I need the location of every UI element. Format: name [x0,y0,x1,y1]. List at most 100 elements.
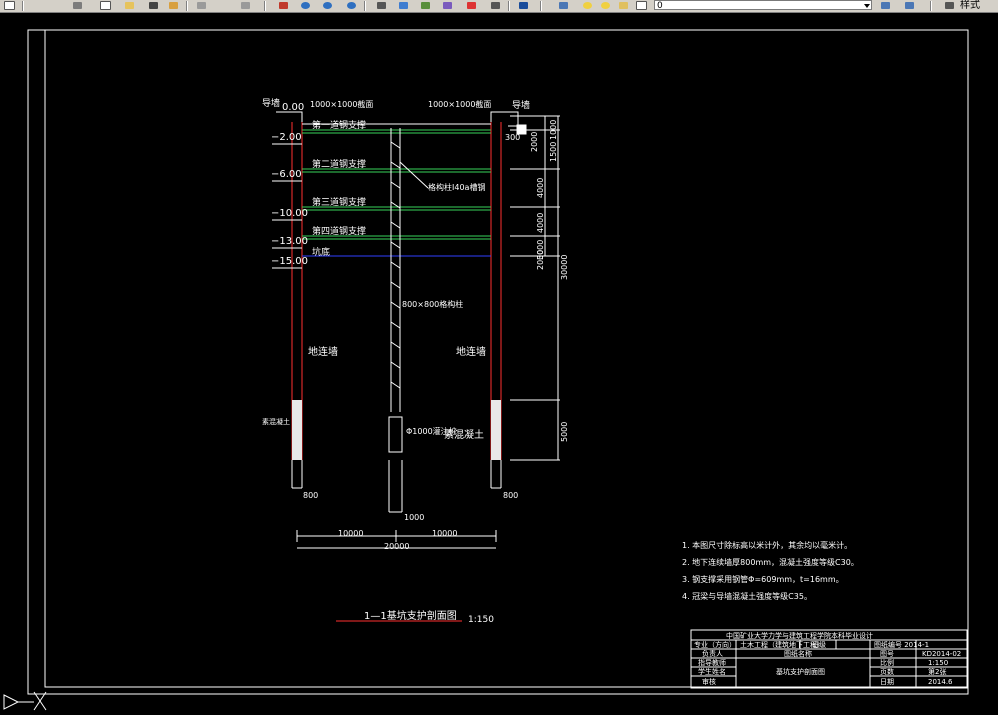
elevation-4: −13.00 [271,236,308,247]
layer-combo-value: 0 [657,1,663,11]
help-icon[interactable] [516,0,530,11]
column-beam-label: 格构柱I40a槽钢 [428,182,485,192]
tb-row1-left: 专业（方向） [694,640,736,649]
outer-frame [27,29,969,695]
copy-icon[interactable] [98,0,112,11]
design-notes: 1. 本图尺寸除标高以米计外，其余均以毫米计。 2. 地下连续墙厚800mm，混… [682,540,859,601]
toolbar-separator [364,1,366,11]
layer-manager-icon[interactable] [556,0,570,11]
tb-row5-c: 日期 [880,678,894,686]
dim-r2: 1500 [549,142,558,162]
tb-row3-b: 基坑支护剖面图 [776,667,825,676]
pan-icon[interactable] [276,0,290,11]
ucs-icon [3,691,47,711]
drawing-canvas[interactable]: 0.00 −2.00 −6.00 −10.00 −13.00 −15.00 导墙… [0,12,998,715]
brush-icon[interactable] [166,0,180,11]
layer-on-icon[interactable] [580,0,594,11]
textstyle-icon[interactable] [942,0,956,11]
tb-row1-c: 班级 [812,640,826,649]
markup-icon[interactable] [464,0,478,11]
dim-10000-right: 10000 [432,529,457,538]
layer-previous-icon[interactable] [902,0,916,11]
guide-wall-label-left: 导墙 [262,97,280,109]
bottom-dimension-text: 800 800 1000 10000 10000 20000 [303,491,518,551]
support-1-label: 第一道钢支撑 [312,119,366,131]
dim-800-left: 800 [303,491,318,500]
layer-freeze-icon[interactable] [598,0,612,11]
bottom-dimension-line [292,487,501,549]
right-wall [490,122,502,488]
dim-bottom-5000: 5000 [560,422,569,442]
wall-right-label: 地连墙 [456,345,486,358]
undo-icon[interactable] [194,0,208,11]
toolpalette-icon[interactable] [418,0,432,11]
calculator-icon[interactable] [488,0,502,11]
redo-icon[interactable] [238,0,252,11]
elevation-0: 0.00 [282,102,304,113]
section-title: 1—1基坑支护剖面图 [364,609,457,622]
top-section-left: 1000×1000截面 [310,99,373,109]
toolbar-separator [540,1,542,11]
toolbar-separator [264,1,266,11]
guide-wall-label-right: 导墙 [512,99,530,111]
new-icon[interactable] [2,0,16,11]
tb-row3-a: 指导教师 [698,658,726,667]
support-4-label: 第四道钢支撑 [312,225,366,237]
dim-r0: 1000 [549,120,558,140]
section-scale: 1:150 [468,615,494,625]
cut-icon[interactable] [70,0,84,11]
toolbar-separator [186,1,188,11]
dim-20000-total: 20000 [384,542,409,551]
designcenter-icon[interactable] [396,0,410,11]
lattice-column [388,128,403,512]
tb-row4-c: 页数 [880,667,894,676]
support-3-label: 第三道钢支撑 [312,196,366,208]
tb-row3-d: 1:150 [928,659,948,667]
tb-row2-a: 负责人 [702,649,723,658]
zoom-window-icon[interactable] [320,0,334,11]
dim-r4: 4000 [536,213,545,233]
dim-800-right: 800 [503,491,518,500]
matchprop-icon[interactable] [146,0,160,11]
column-leader [399,161,429,189]
toolbar-separator [508,1,510,11]
properties-icon[interactable] [374,0,388,11]
toolbar-separator [22,1,24,11]
dim-300: 300 [505,133,520,142]
base-left-label: 素混凝土 [262,417,290,426]
zoom-realtime-icon[interactable] [298,0,312,11]
tb-row3-c: 比例 [880,658,894,667]
note-1: 1. 本图尺寸除标高以米计外，其余均以毫米计。 [682,540,852,550]
dim-r6: 2000 [536,250,545,270]
note-3: 3. 钢支撑采用钢管Φ=609mm，t=16mm。 [682,574,844,584]
sheetset-icon[interactable] [440,0,454,11]
chevron-down-icon [864,4,870,8]
tb-row2-c: 图号 [880,650,894,658]
elevation-2: −6.00 [271,169,302,180]
elevation-5: −15.00 [271,256,308,267]
concrete-label: 素混凝土 [444,428,484,441]
tb-row5-a: 审核 [702,677,716,686]
tb-row1-right: 图纸编号 2014-1 [874,640,929,649]
elevation-1: −2.00 [271,132,302,143]
note-4: 4. 冠梁与导墙混凝土强度等级C35。 [682,591,812,601]
tb-row5-d: 2014.6 [928,678,953,686]
dim-1000-center: 1000 [404,513,424,522]
layer-combo[interactable]: 0 [654,0,872,11]
zoom-previous-icon[interactable] [344,0,358,11]
inner-frame [44,29,969,688]
support-2-label: 第二道钢支撑 [312,158,366,170]
toolbar-separator [930,1,932,11]
tb-row4-a: 学生姓名 [698,667,726,676]
note-2: 2. 地下连续墙厚800mm，混凝土强度等级C30。 [682,557,859,567]
dim-10000-left: 10000 [338,529,363,538]
pit-bottom-label: 坑底 [312,246,330,258]
top-section-right: 1000×1000截面 [428,99,491,109]
support-labels: 第一道钢支撑 第二道钢支撑 第三道钢支撑 第四道钢支撑 坑底 [312,119,366,258]
paste-icon[interactable] [122,0,136,11]
make-current-icon[interactable] [878,0,892,11]
layer-color-icon[interactable] [634,0,648,11]
dim-total: 30000 [560,255,569,280]
dim-r3: 4000 [536,178,545,198]
layer-lock-icon[interactable] [616,0,630,11]
